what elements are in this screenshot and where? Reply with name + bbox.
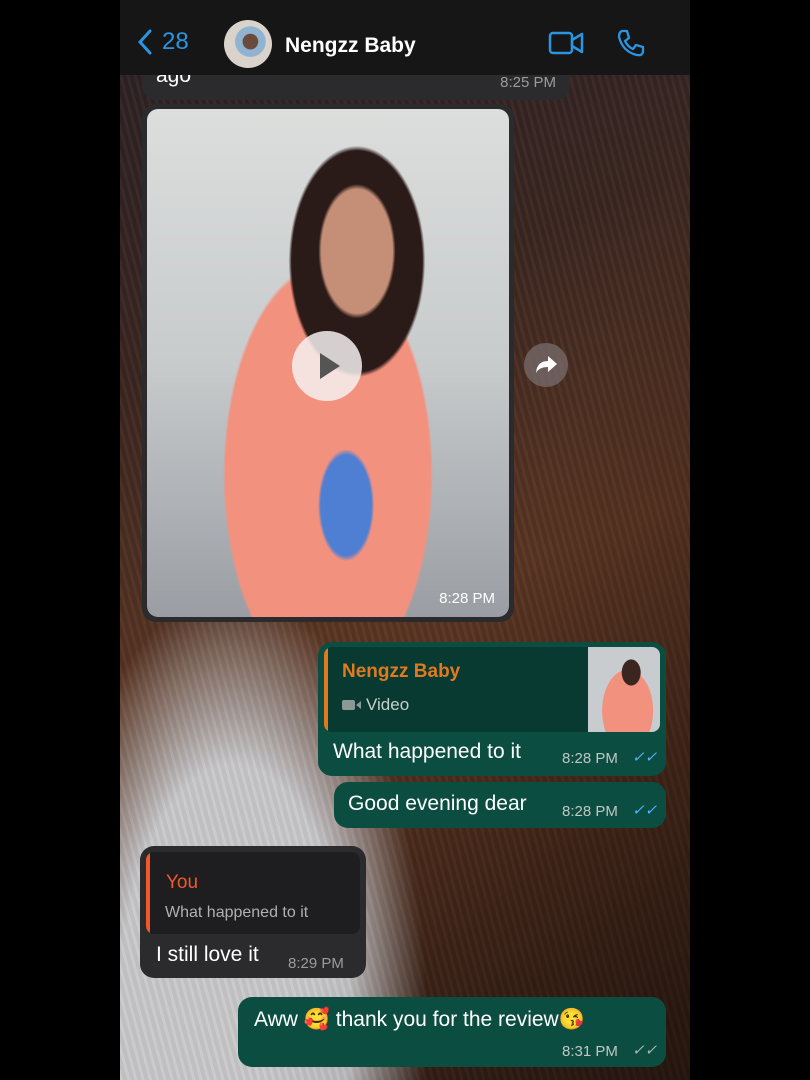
message-bubble-outgoing[interactable]: Nengzz Baby Video What happened to it 8:… bbox=[318, 642, 666, 776]
back-button[interactable]: 28 bbox=[136, 28, 189, 56]
unread-count: 28 bbox=[162, 28, 189, 55]
message-time: 8:28 PM bbox=[439, 590, 495, 607]
contact-name[interactable]: Nengzz Baby bbox=[285, 34, 416, 58]
chat-screen: 28 Nengzz Baby ago 8:25 PM 28 Nengzz Bab… bbox=[120, 0, 690, 1080]
video-message[interactable]: 8:28 PM bbox=[142, 104, 514, 622]
forward-icon[interactable] bbox=[524, 343, 568, 387]
message-time: 8:28 PM bbox=[562, 803, 618, 820]
video-camera-icon bbox=[342, 700, 361, 710]
message-text: What happened to it bbox=[333, 740, 521, 763]
quoted-author: Nengzz Baby bbox=[342, 661, 461, 682]
quoted-author: You bbox=[166, 872, 199, 893]
chevron-left-icon bbox=[137, 29, 152, 55]
quoted-text: What happened to it bbox=[165, 904, 309, 921]
read-ticks-icon: ✓✓ bbox=[632, 749, 658, 766]
phone-icon[interactable] bbox=[616, 28, 646, 58]
video-thumbnail-small bbox=[588, 647, 660, 732]
message-bubble-outgoing[interactable]: Good evening dear 8:28 PM ✓✓ bbox=[334, 782, 666, 828]
message-text: Good evening dear bbox=[348, 792, 527, 815]
quoted-label: Video bbox=[366, 695, 410, 714]
play-icon[interactable] bbox=[292, 331, 362, 401]
message-bubble-outgoing[interactable]: Aww 🥰 thank you for the review😘 8:31 PM … bbox=[238, 997, 666, 1067]
avatar[interactable] bbox=[224, 20, 272, 68]
message-time: 8:29 PM bbox=[288, 955, 344, 972]
read-ticks-icon: ✓✓ bbox=[632, 802, 658, 819]
video-thumbnail[interactable]: 8:28 PM bbox=[147, 109, 509, 617]
delivered-ticks-icon: ✓✓ bbox=[632, 1042, 658, 1059]
message-time: 8:28 PM bbox=[562, 750, 618, 767]
quoted-message[interactable]: Nengzz Baby Video bbox=[324, 647, 660, 732]
video-call-icon[interactable] bbox=[548, 30, 584, 56]
message-time: 8:31 PM bbox=[562, 1043, 618, 1060]
message-text: I still love it bbox=[156, 943, 259, 966]
quoted-message[interactable]: You What happened to it bbox=[146, 852, 360, 934]
message-bubble-incoming[interactable]: You What happened to it I still love it … bbox=[140, 846, 366, 978]
message-time: 8:25 PM bbox=[500, 74, 556, 91]
message-text: Aww 🥰 thank you for the review😘 bbox=[254, 1008, 585, 1031]
